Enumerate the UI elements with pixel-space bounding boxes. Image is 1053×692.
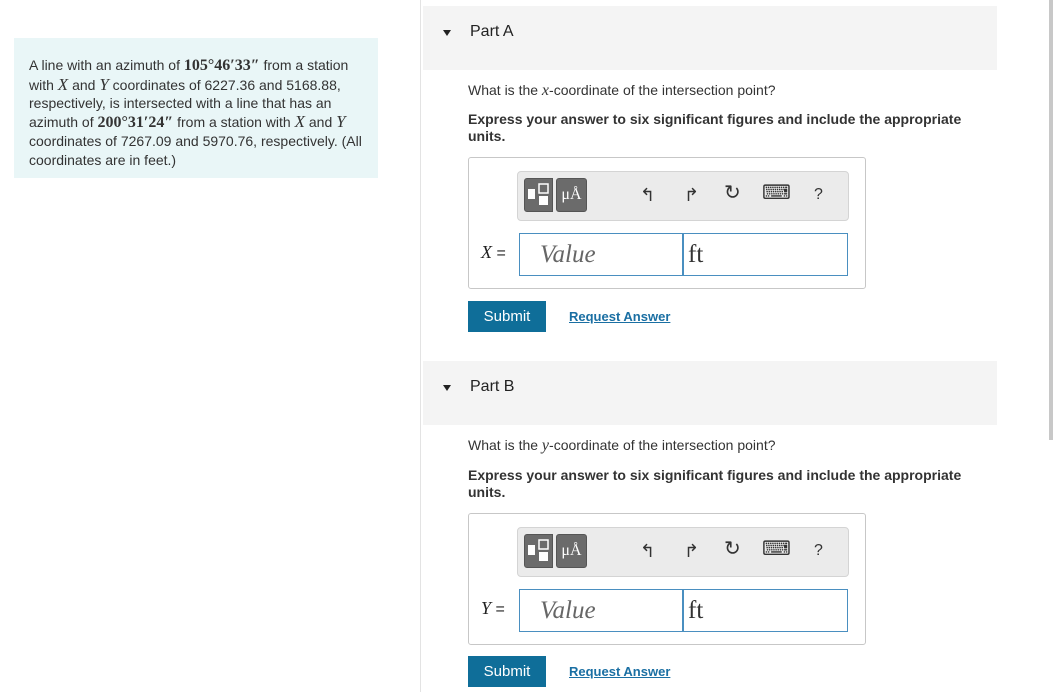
variable-label: Y = <box>481 598 505 619</box>
part-a-instruction: Express your answer to six significant f… <box>468 111 962 144</box>
question-var: y <box>541 437 550 454</box>
problem-text-1: A line with an azimuth of <box>29 57 184 73</box>
collapse-triangle-icon[interactable] <box>443 385 451 391</box>
problem-text-7: coordinates of 7267.09 and 5970.76, resp… <box>29 133 362 168</box>
math-toolbar: μÅ ↰ ↱ ↻ ⌨ ? <box>517 527 849 577</box>
redo-icon[interactable]: ↱ <box>684 542 699 560</box>
reset-icon[interactable]: ↻ <box>724 183 741 203</box>
units-button[interactable]: μÅ <box>556 534 587 568</box>
part-b-answer-box: μÅ ↰ ↱ ↻ ⌨ ? Y = <box>468 513 866 645</box>
part-a-answer-box: μÅ ↰ ↱ ↻ ⌨ ? X = <box>468 157 866 289</box>
question-text: -coordinate of the intersection point? <box>549 82 776 98</box>
question-text: What is the <box>468 82 542 98</box>
question-var: x <box>541 82 550 99</box>
math-toolbar: μÅ ↰ ↱ ↻ ⌨ ? <box>517 171 849 221</box>
var-y-2: Y <box>336 111 346 131</box>
units-input[interactable] <box>683 233 848 276</box>
collapse-triangle-icon[interactable] <box>443 30 451 36</box>
variable-label: X = <box>481 242 506 263</box>
part-a-question: What is the x-coordinate of the intersec… <box>468 82 776 100</box>
keyboard-icon[interactable]: ⌨ <box>762 539 791 559</box>
request-answer-link[interactable]: Request Answer <box>569 309 670 324</box>
help-icon[interactable]: ? <box>814 542 823 560</box>
units-button[interactable]: μÅ <box>556 178 587 212</box>
part-a-header[interactable]: Part A <box>423 6 997 70</box>
azimuth-2: 200°31′24″ <box>97 113 174 131</box>
var-y-1: Y <box>99 74 109 94</box>
problem-text-6: and <box>305 113 337 130</box>
submit-button[interactable]: Submit <box>468 656 546 687</box>
undo-icon[interactable]: ↰ <box>640 542 655 560</box>
value-input[interactable] <box>519 233 683 276</box>
var-x-1: X <box>57 74 69 94</box>
value-input[interactable] <box>519 589 683 632</box>
scrollbar[interactable] <box>1049 0 1053 440</box>
azimuth-1: 105°46′33″ <box>183 57 260 74</box>
fraction-template-button[interactable] <box>524 178 553 212</box>
part-b-header[interactable]: Part B <box>423 361 997 425</box>
undo-icon[interactable]: ↰ <box>640 186 655 204</box>
variable-symbol: X <box>481 242 492 262</box>
problem-text-3: and <box>68 76 100 93</box>
problem-text-5: from a station with <box>173 113 295 130</box>
fraction-template-icon <box>528 183 549 205</box>
part-b-title: Part B <box>470 378 515 395</box>
variable-symbol: Y <box>481 598 492 618</box>
column-divider <box>420 0 421 692</box>
part-a-title: Part A <box>470 23 514 40</box>
part-b-instruction: Express your answer to six significant f… <box>468 467 962 500</box>
help-icon[interactable]: ? <box>814 186 823 204</box>
fraction-template-button[interactable] <box>524 534 553 568</box>
redo-icon[interactable]: ↱ <box>684 186 699 204</box>
keyboard-icon[interactable]: ⌨ <box>762 183 791 203</box>
request-answer-link[interactable]: Request Answer <box>569 664 670 679</box>
reset-icon[interactable]: ↻ <box>724 539 741 559</box>
problem-statement: A line with an azimuth of 105°46′33″ fro… <box>14 38 378 178</box>
fraction-template-icon <box>528 539 549 561</box>
equals-sign: = <box>491 601 505 618</box>
part-b-question: What is the y-coordinate of the intersec… <box>468 437 776 455</box>
equals-sign: = <box>492 245 506 262</box>
submit-button[interactable]: Submit <box>468 301 546 332</box>
units-input[interactable] <box>683 589 848 632</box>
question-text: -coordinate of the intersection point? <box>549 437 776 453</box>
question-text: What is the <box>468 437 542 453</box>
var-x-2: X <box>294 111 305 131</box>
